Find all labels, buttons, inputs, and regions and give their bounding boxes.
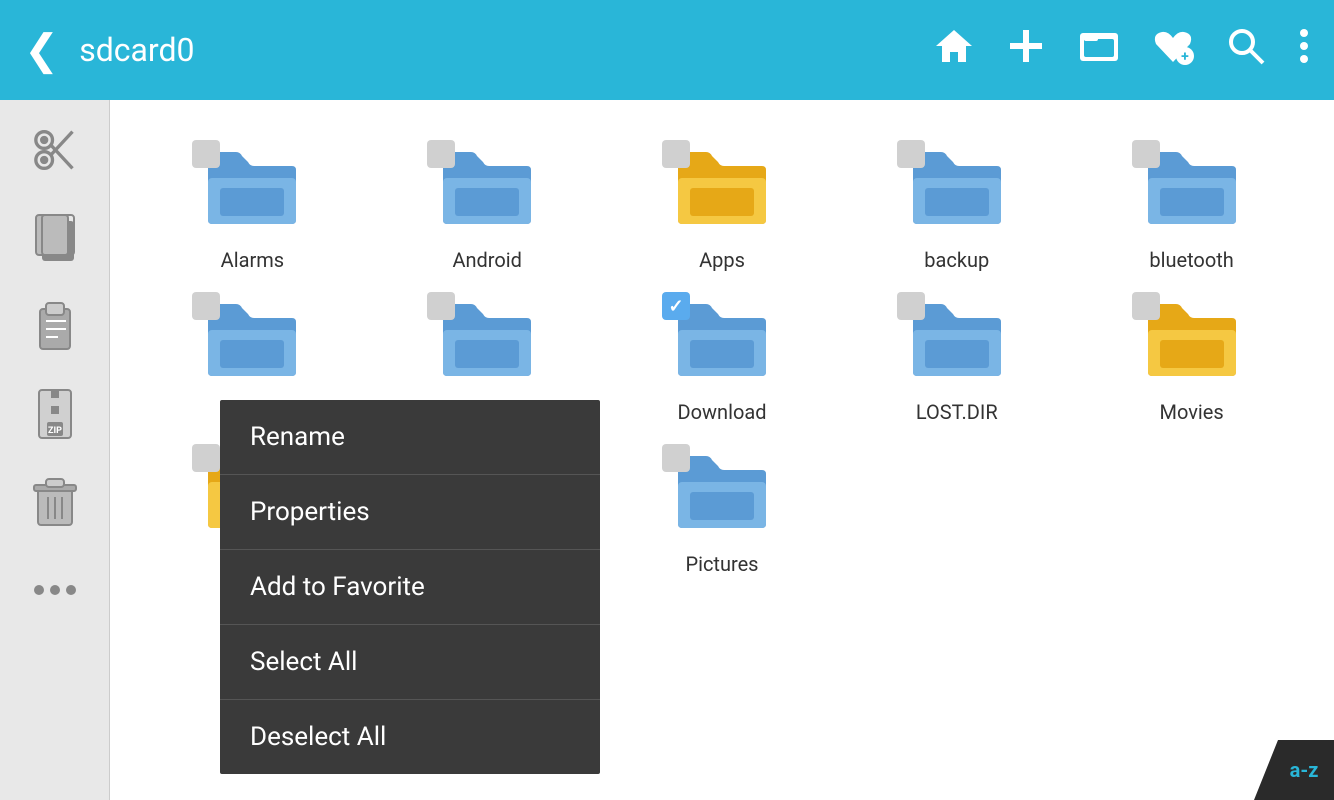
more-icon[interactable] — [1298, 27, 1310, 74]
folder-item[interactable]: Android — [375, 140, 600, 272]
folder-checkbox[interactable] — [427, 140, 455, 168]
folder-wrapper — [662, 292, 782, 392]
folder-name: bluetooth — [1149, 248, 1233, 272]
compress-icon[interactable]: ZIP — [25, 384, 85, 444]
folder-name: Apps — [699, 248, 745, 272]
folder-wrapper — [427, 292, 547, 392]
folder-item[interactable]: LOST.DIR — [844, 292, 1069, 424]
folder-name: Movies — [1159, 400, 1223, 424]
folder-item[interactable]: backup — [844, 140, 1069, 272]
folder-item[interactable]: Apps — [610, 140, 835, 272]
folder-checkbox[interactable] — [897, 140, 925, 168]
menu-item-select-all[interactable]: Select All — [220, 625, 600, 700]
home-icon[interactable] — [934, 26, 974, 75]
folder-wrapper — [1132, 140, 1252, 240]
folder-wrapper — [192, 292, 312, 392]
topbar-left: ❮ sdcard0 — [24, 25, 934, 75]
folder-checkbox[interactable] — [1132, 292, 1160, 320]
folder-wrapper — [897, 292, 1017, 392]
folder-checkbox[interactable] — [1132, 140, 1160, 168]
main-layout: ZIP — [0, 100, 1334, 800]
folder-checkbox[interactable] — [192, 292, 220, 320]
folder-item[interactable]: Download — [610, 292, 835, 424]
folder-wrapper — [662, 140, 782, 240]
favorite-icon[interactable]: + — [1152, 26, 1194, 75]
folder-name: backup — [924, 248, 989, 272]
folder-checkbox[interactable] — [897, 292, 925, 320]
folder-checkbox[interactable] — [427, 292, 455, 320]
menu-item-add-to-favorite[interactable]: Add to Favorite — [220, 550, 600, 625]
folder-item[interactable]: bluetooth — [1079, 140, 1304, 272]
folder-checkbox[interactable] — [192, 140, 220, 168]
cut-icon[interactable] — [25, 120, 85, 180]
folder-name: Pictures — [685, 552, 758, 576]
trash-icon[interactable] — [25, 472, 85, 532]
dots — [30, 583, 80, 597]
folder-name: Alarms — [221, 248, 284, 272]
context-menu: RenamePropertiesAdd to FavoriteSelect Al… — [220, 400, 600, 774]
folder-checkbox[interactable] — [662, 140, 690, 168]
topbar-title: sdcard0 — [79, 31, 194, 69]
folder-item[interactable]: Pictures — [610, 444, 835, 576]
folder-checkbox[interactable] — [662, 444, 690, 472]
folder-item[interactable]: Alarms — [140, 140, 365, 272]
back-button[interactable]: ❮ — [24, 25, 59, 75]
menu-item-rename[interactable]: Rename — [220, 400, 600, 475]
topbar-icons: + — [934, 26, 1310, 75]
folder-item[interactable]: Movies — [1079, 292, 1304, 424]
svg-text:ZIP: ZIP — [48, 426, 62, 436]
folder-wrapper — [427, 140, 547, 240]
copy-icon[interactable] — [25, 208, 85, 268]
folder-wrapper — [662, 444, 782, 544]
folder-checkbox[interactable] — [662, 292, 690, 320]
folder-name: LOST.DIR — [916, 400, 998, 424]
storage-icon[interactable] — [1078, 27, 1120, 74]
add-icon[interactable] — [1006, 26, 1046, 75]
folder-checkbox[interactable] — [192, 444, 220, 472]
content-area: Alarms Android Apps backup — [110, 100, 1334, 800]
folder-wrapper — [1132, 292, 1252, 392]
paste-icon[interactable] — [25, 296, 85, 356]
menu-item-properties[interactable]: Properties — [220, 475, 600, 550]
folder-wrapper — [192, 140, 312, 240]
sidebar-more-icon[interactable] — [25, 560, 85, 620]
folder-name: Android — [452, 248, 522, 272]
topbar: ❮ sdcard0 — [0, 0, 1334, 100]
sidebar: ZIP — [0, 100, 110, 800]
az-label: a-z — [1290, 758, 1319, 782]
svg-text:+: + — [1181, 49, 1189, 65]
search-icon[interactable] — [1226, 26, 1266, 75]
folder-wrapper — [897, 140, 1017, 240]
menu-item-deselect-all[interactable]: Deselect All — [220, 700, 600, 774]
folder-name: Download — [677, 400, 766, 424]
